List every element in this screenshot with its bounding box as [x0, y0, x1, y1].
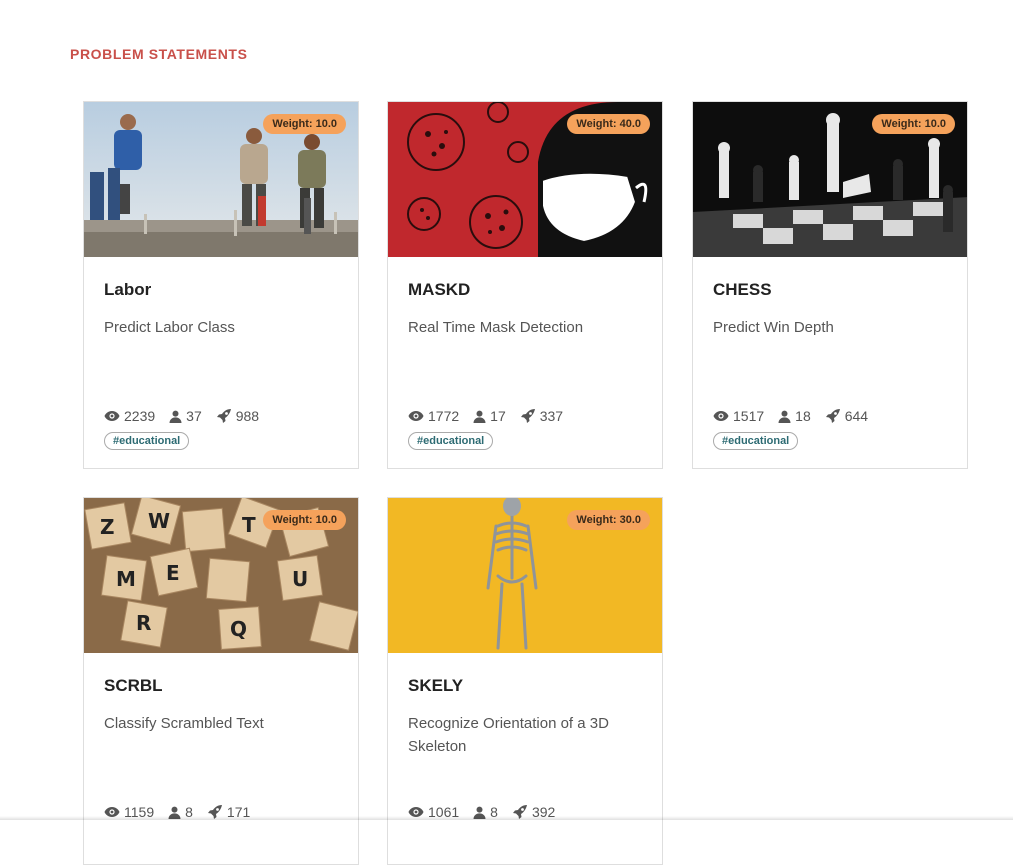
user-icon — [778, 410, 791, 423]
svg-text:E: E — [166, 561, 180, 585]
svg-text:M: M — [116, 567, 136, 591]
tag-badge[interactable]: #educational — [408, 432, 494, 450]
card-image-labor: Weight: 10.0 — [84, 102, 358, 257]
weight-badge: Weight: 10.0 — [263, 510, 346, 530]
viewport-bottom-shadow — [0, 816, 1013, 820]
submissions-count: 988 — [235, 408, 260, 424]
tag-badge[interactable]: #educational — [104, 432, 190, 450]
views-count: 2239 — [124, 408, 156, 424]
weight-badge: Weight: 10.0 — [263, 114, 346, 134]
rocket-icon — [520, 409, 535, 423]
card-stats: 1517 18 644 — [713, 408, 882, 424]
rocket-icon — [825, 409, 840, 423]
svg-text:R: R — [136, 611, 151, 635]
participants-count: 18 — [795, 408, 811, 424]
svg-text:T: T — [242, 513, 256, 537]
submissions-count: 644 — [844, 408, 869, 424]
weight-badge: Weight: 30.0 — [567, 510, 650, 530]
card-title[interactable]: SCRBL — [104, 676, 163, 696]
eye-icon — [408, 411, 424, 421]
participants-count: 17 — [490, 408, 506, 424]
submissions-count: 337 — [539, 408, 564, 424]
eye-icon — [104, 411, 120, 421]
card-description: Recognize Orientation of a 3D Skeleton — [408, 715, 609, 755]
problem-card-maskd[interactable]: Weight: 40.0 MASKD Real Time Mask Detect… — [387, 101, 663, 469]
card-description: Real Time Mask Detection — [408, 319, 584, 336]
card-image-skely: Weight: 30.0 — [388, 498, 662, 653]
card-image-maskd: Weight: 40.0 — [388, 102, 662, 257]
card-title[interactable]: MASKD — [408, 280, 470, 300]
views-count: 1517 — [733, 408, 765, 424]
views-count: 1772 — [428, 408, 460, 424]
weight-badge: Weight: 10.0 — [872, 114, 955, 134]
svg-text:Q: Q — [230, 617, 247, 641]
problem-card-chess[interactable]: Weight: 10.0 CHESS Predict Win Depth 151… — [692, 101, 968, 469]
card-image-scrbl: Z W T M E U R Q Weight: 10.0 — [84, 498, 358, 653]
card-title[interactable]: SKELY — [408, 676, 463, 696]
card-stats: 1772 17 337 — [408, 408, 577, 424]
weight-badge: Weight: 40.0 — [567, 114, 650, 134]
user-icon — [169, 410, 182, 423]
card-description: Predict Win Depth — [713, 319, 834, 336]
card-title[interactable]: CHESS — [713, 280, 772, 300]
svg-text:U: U — [292, 567, 308, 591]
svg-text:Z: Z — [100, 515, 115, 539]
problem-card-labor[interactable]: Weight: 10.0 Labor Predict Labor Class 2… — [83, 101, 359, 469]
problem-card-scrbl[interactable]: Z W T M E U R Q Weight: 10.0 SCRBL Classify S… — [83, 497, 359, 865]
section-title: PROBLEM STATEMENTS — [70, 46, 248, 62]
svg-text:W: W — [148, 509, 170, 533]
card-stats: 2239 37 988 — [104, 408, 273, 424]
problem-card-skely[interactable]: Weight: 30.0 SKELY Recognize Orientation… — [387, 497, 663, 865]
user-icon — [473, 410, 486, 423]
card-title[interactable]: Labor — [104, 280, 151, 300]
card-description: Classify Scrambled Text — [104, 715, 264, 732]
card-description: Predict Labor Class — [104, 319, 235, 336]
rocket-icon — [216, 409, 231, 423]
card-image-chess: Weight: 10.0 — [693, 102, 967, 257]
participants-count: 37 — [186, 408, 202, 424]
tag-badge[interactable]: #educational — [713, 432, 799, 450]
eye-icon — [713, 411, 729, 421]
